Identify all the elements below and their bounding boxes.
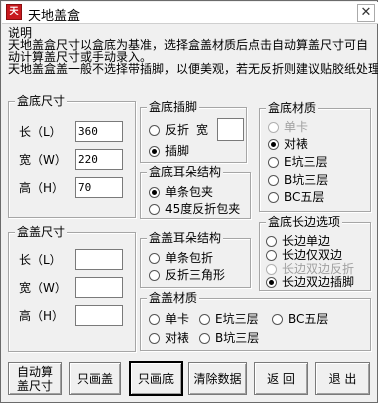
radio-dot [149,146,160,157]
lid-ear-option-2-radio[interactable]: 反折三角形 [149,267,244,283]
description-block: 说明 天地盖盒尺寸以盒底为基准，选择盒盖材质后点击自动算盖尺寸可自 动计算盖尺寸… [8,27,378,76]
base-material-single-card-radio[interactable]: 单卡 [268,119,358,135]
base-material-group: 盒底材质 单卡 对裱 E坑三层 B坑三层 BC五层 [259,101,371,212]
base-ear-option-1-radio[interactable]: 单条包夹 [149,184,244,200]
radio-label: B坑三层 [215,331,260,345]
back-button[interactable]: 返 回 [254,362,308,395]
radio-label: 45度反折包夹 [165,202,241,216]
radio-label: 对裱 [165,331,190,345]
close-button[interactable]: ✕ [357,4,375,22]
lid-width-label: 宽（W） [19,281,67,295]
description-line: 天地盖盒盖一般不选择带插脚，以便美观，若无反折则建议贴胶纸处理。 [8,62,378,76]
clear-data-button[interactable]: 清除数据 [188,362,247,395]
radio-label: E坑三层 [284,155,328,169]
title-bar: 天 天地盖盒 ✕ [2,2,378,24]
base-material-e-flute-radio[interactable]: E坑三层 [268,154,358,170]
radio-label: 单条包折 [165,251,214,265]
radio-dot [149,253,160,264]
base-material-mounted-radio[interactable]: 对裱 [268,136,358,152]
lid-material-bc-flute-radio[interactable]: BC五层 [272,311,347,327]
radio-label: 对裱 [284,137,309,151]
radio-label: E坑三层 [215,312,259,326]
radio-label: 单卡 [165,312,190,326]
group-title: 盒底长边选项 [266,215,343,229]
draw-lid-only-button[interactable]: 只画盖 [69,362,121,395]
base-edge-double-insert-radio[interactable]: 长边双边插脚 [266,274,370,290]
group-title: 盒底材质 [266,101,319,115]
app-window: 天 天地盖盒 ✕ 说明 天地盖盒尺寸以盒底为基准，选择盒盖材质后点击自动算盖尺寸… [0,0,378,403]
radio-dot [266,277,277,288]
radio-dot [149,270,160,281]
radio-dot [268,192,279,203]
base-ear-option-2-radio[interactable]: 45度反折包夹 [149,201,249,217]
radio-dot [266,250,277,261]
base-material-b-flute-radio[interactable]: B坑三层 [268,172,358,188]
group-title: 盒盖材质 [147,291,200,305]
radio-label: 反折三角形 [165,268,226,282]
radio-dot [272,314,283,325]
radio-label: 插脚 [165,144,190,158]
base-material-bc-flute-radio[interactable]: BC五层 [268,189,358,205]
base-ear-group: 盒底耳朵结构 单条包夹 45度反折包夹 [140,165,251,219]
base-tab-insert-radio[interactable]: 插脚 [149,143,209,159]
radio-label: B坑三层 [284,173,329,187]
base-length-label: 长（L） [19,125,62,139]
group-title: 盒底尺寸 [15,94,68,108]
lid-height-label: 高（H） [19,309,65,323]
base-height-label: 高（H） [19,181,65,195]
radio-label: 长边双边插脚 [282,275,355,289]
radio-label: 单卡 [284,120,309,134]
radio-dot [268,157,279,168]
lid-length-label: 长（L） [19,253,62,267]
fold-width-label: 宽 [196,123,209,137]
lid-material-mounted-radio[interactable]: 对裱 [149,330,204,346]
lid-ear-option-1-radio[interactable]: 单条包折 [149,250,244,266]
auto-calc-lid-button[interactable]: 自动算盖尺寸 [8,362,62,395]
radio-dot [199,333,210,344]
lid-ear-group: 盒盖耳朵结构 单条包折 反折三角形 [140,231,251,288]
radio-dot [149,125,160,136]
base-height-input[interactable]: 70 [75,177,123,198]
radio-label: BC五层 [284,190,325,204]
base-width-label: 宽（W） [19,153,67,167]
radio-label: 单条包夹 [165,185,214,199]
base-length-input[interactable]: 360 [75,121,123,142]
radio-dot [199,314,210,325]
draw-base-only-button[interactable]: 只画底 [130,362,182,395]
window-title: 天地盖盒 [28,9,81,24]
group-title: 盒盖耳朵结构 [147,231,224,245]
lid-size-group: 盒盖尺寸 长（L） 宽（W） 高（H） [8,225,136,352]
radio-dot [149,314,160,325]
radio-dot [149,204,160,215]
lid-material-group: 盒盖材质 单卡 E坑三层 BC五层 对裱 B坑三层 [140,291,371,351]
lid-material-e-flute-radio[interactable]: E坑三层 [199,311,274,327]
radio-dot [149,187,160,198]
exit-button[interactable]: 退 出 [315,362,370,395]
lid-width-input[interactable] [75,277,123,298]
radio-dot [149,333,160,344]
group-title: 盒底插脚 [147,100,200,114]
base-width-input[interactable]: 220 [75,149,123,170]
radio-dot [266,236,277,247]
radio-dot [268,122,279,133]
lid-material-b-flute-radio[interactable]: B坑三层 [199,330,274,346]
group-title: 盒盖尺寸 [15,225,68,239]
radio-label: BC五层 [288,312,329,326]
group-title: 盒底耳朵结构 [147,165,224,179]
base-edge-group: 盒底长边选项 长边单边 长边仅双边 长边双边反折 长边双边插脚 [259,215,371,291]
fold-width-input[interactable] [217,118,244,141]
radio-dot [268,175,279,186]
lid-height-input[interactable] [75,305,123,326]
base-tab-group: 盒底插脚 反折 宽 插脚 [140,100,247,163]
base-size-group: 盒底尺寸 长（L） 360 宽（W） 220 高（H） 70 [8,94,136,218]
lid-length-input[interactable] [75,249,123,270]
radio-label: 反折 [165,123,190,137]
radio-dot [268,139,279,150]
lid-material-single-card-radio[interactable]: 单卡 [149,311,204,327]
app-logo-icon: 天 [6,4,22,20]
